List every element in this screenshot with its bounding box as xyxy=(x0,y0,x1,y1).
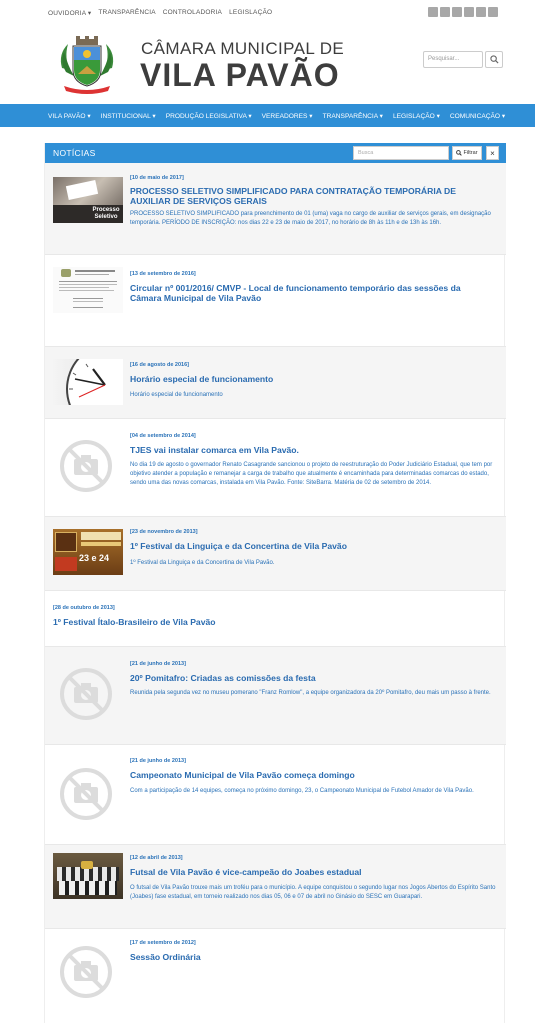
news-panel-title: NOTÍCIAS xyxy=(53,148,96,158)
news-thumbnail[interactable]: Processo Seletivo xyxy=(53,177,123,223)
news-summary: Com a participação de 14 equipes, começa… xyxy=(130,788,474,794)
news-title[interactable]: PROCESSO SELETIVO SIMPLIFICADO PARA CONT… xyxy=(130,186,490,206)
top-bar: OUVIDORIA ▾ TRANSPARÊNCIA CONTROLADORIA … xyxy=(0,0,535,26)
no-image-icon xyxy=(60,946,112,998)
news-item[interactable]: [13 de setembro de 2016] Circular nº 001… xyxy=(45,255,506,347)
top-link-legislacao[interactable]: LEGISLAÇÃO xyxy=(229,9,272,17)
main-nav: VILA PAVÃO ▾ INSTITUCIONAL ▾ PRODUÇÃO LE… xyxy=(0,104,535,127)
news-item[interactable]: [28 de outubro de 2013] 1º Festival Ítal… xyxy=(45,591,506,647)
filter-button[interactable]: Filtrar xyxy=(452,146,482,160)
news-date: [12 de abril de 2013] xyxy=(130,855,183,861)
news-item[interactable]: [17 de setembro de 2012] Sessão Ordinári… xyxy=(45,929,506,1023)
social-icons xyxy=(428,7,498,17)
news-title[interactable]: Circular nº 001/2016/ CMVP - Local de fu… xyxy=(130,283,492,303)
news-item[interactable]: [04 de setembro de 2014] TJES vai instal… xyxy=(45,419,506,517)
news-date: [21 de junho de 2013] xyxy=(130,661,186,667)
news-item[interactable]: [21 de junho de 2013] Campeonato Municip… xyxy=(45,745,506,845)
news-date: [13 de setembro de 2016] xyxy=(130,271,196,277)
site-search-button[interactable] xyxy=(485,51,503,68)
instagram-icon[interactable] xyxy=(464,7,474,17)
no-image-icon xyxy=(60,668,112,720)
nav-producao-legislativa[interactable]: PRODUÇÃO LEGISLATIVA ▾ xyxy=(166,112,252,120)
flickr-icon[interactable] xyxy=(476,7,486,17)
news-title[interactable]: 1º Festival Ítalo-Brasileiro de Vila Pav… xyxy=(53,617,473,627)
news-thumbnail[interactable] xyxy=(53,267,123,313)
no-image-icon xyxy=(60,768,112,820)
news-title[interactable]: Sessão Ordinária xyxy=(130,952,490,962)
nav-vila-pavao[interactable]: VILA PAVÃO ▾ xyxy=(48,112,91,120)
top-link-controladoria[interactable]: CONTROLADORIA xyxy=(163,9,222,17)
news-panel: NOTÍCIAS Busca Filtrar × Processo Seleti… xyxy=(44,143,506,1023)
news-title[interactable]: TJES vai instalar comarca em Vila Pavão. xyxy=(130,445,490,455)
top-link-transparencia[interactable]: TRANSPARÊNCIA xyxy=(98,9,155,17)
top-link-ouvidoria[interactable]: OUVIDORIA ▾ xyxy=(48,9,91,17)
news-summary: Reunida pela segunda vez no museu pomera… xyxy=(130,690,491,696)
news-thumbnail[interactable] xyxy=(53,359,123,405)
news-date: [16 de agosto de 2016] xyxy=(130,362,189,368)
news-date: [17 de setembro de 2012] xyxy=(130,940,196,946)
news-title[interactable]: 1º Festival da Linguiça e da Concertina … xyxy=(130,541,490,551)
news-title[interactable]: Futsal de Vila Pavão é vice-campeão do J… xyxy=(130,867,490,877)
news-summary: PROCESSO SELETIVO SIMPLIFICADO para pree… xyxy=(130,211,491,226)
search-icon xyxy=(489,55,499,64)
thumbnail-caption: Processo Seletivo xyxy=(92,207,120,220)
news-summary: Horário especial de funcionamento xyxy=(130,392,223,398)
news-date: [10 de maio de 2017] xyxy=(130,175,184,181)
news-search-input[interactable]: Busca xyxy=(353,146,449,160)
news-panel-header: NOTÍCIAS Busca Filtrar × xyxy=(45,143,506,163)
news-item[interactable]: [21 de junho de 2013] 20º Pomitafro: Cri… xyxy=(45,647,506,745)
news-title[interactable]: Campeonato Municipal de Vila Pavão começ… xyxy=(130,770,490,780)
news-item[interactable]: 23 e 24 [23 de novembro de 2013] 1º Fest… xyxy=(45,517,506,591)
news-summary: No dia 19 de agosto o governador Renato … xyxy=(130,462,493,486)
news-item[interactable]: [16 de agosto de 2016] Horário especial … xyxy=(45,347,506,419)
nav-comunicacao[interactable]: COMUNICAÇÃO ▾ xyxy=(450,112,505,120)
nav-institucional[interactable]: INSTITUCIONAL ▾ xyxy=(101,112,156,120)
nav-legislacao[interactable]: LEGISLAÇÃO ▾ xyxy=(393,112,440,120)
nav-vereadores[interactable]: VEREADORES ▾ xyxy=(262,112,313,120)
news-date: [04 de setembro de 2014] xyxy=(130,433,196,439)
youtube-icon[interactable] xyxy=(452,7,462,17)
facebook-icon[interactable] xyxy=(428,7,438,17)
thumbnail-caption: 23 e 24 xyxy=(79,553,110,563)
nav-transparencia[interactable]: TRANSPARÊNCIA ▾ xyxy=(323,112,383,120)
top-links: OUVIDORIA ▾ TRANSPARÊNCIA CONTROLADORIA … xyxy=(48,9,272,17)
news-title[interactable]: Horário especial de funcionamento xyxy=(130,374,490,384)
news-title[interactable]: 20º Pomitafro: Criadas as comissões da f… xyxy=(130,673,490,683)
twitter-icon[interactable] xyxy=(440,7,450,17)
clock-icon xyxy=(66,359,123,405)
search-icon xyxy=(456,150,463,156)
filter-label: Filtrar xyxy=(463,150,478,156)
site-title-line2: VILA PAVÃO xyxy=(140,57,340,93)
news-thumbnail[interactable]: 23 e 24 xyxy=(53,529,123,575)
news-item[interactable]: [12 de abril de 2013] Futsal de Vila Pav… xyxy=(45,845,506,929)
site-header: CÂMARA MUNICIPAL DE VILA PAVÃO Pesquisar… xyxy=(0,26,535,102)
news-date: [28 de outubro de 2013] xyxy=(53,605,115,611)
coat-of-arms-logo[interactable] xyxy=(56,36,118,96)
close-button[interactable]: × xyxy=(486,146,499,160)
news-summary: 1º Festival da Linguiça e da Concertina … xyxy=(130,560,275,566)
news-thumbnail[interactable] xyxy=(53,853,123,899)
site-title-line1: CÂMARA MUNICIPAL DE xyxy=(141,39,345,58)
news-summary: O futsal de Vila Pavão trouxe mais um tr… xyxy=(130,885,496,900)
news-item[interactable]: Processo Seletivo [10 de maio de 2017] P… xyxy=(45,163,506,255)
news-date: [23 de novembro de 2013] xyxy=(130,529,198,535)
rss-icon[interactable] xyxy=(488,7,498,17)
site-search-input[interactable]: Pesquisar... xyxy=(423,51,483,68)
no-image-icon xyxy=(60,440,112,492)
news-date: [21 de junho de 2013] xyxy=(130,758,186,764)
